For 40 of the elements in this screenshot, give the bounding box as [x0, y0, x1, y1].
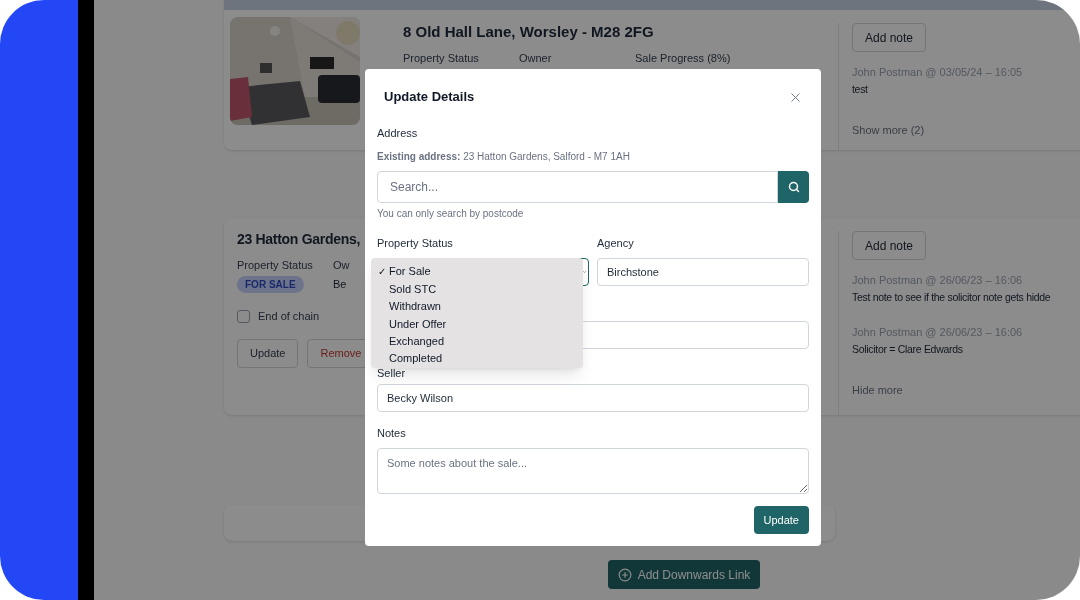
note-text: Test note to see if the solicitor note gets hidde [852, 291, 1051, 304]
dropdown-option[interactable]: Exchanged [389, 333, 445, 350]
note-meta: John Postman @ 03/05/24 – 16:05 [852, 66, 1023, 79]
agency-field[interactable]: Birchstone [597, 258, 809, 286]
dropdown-option[interactable]: Withdrawn [389, 298, 441, 315]
property-title: 23 Hatton Gardens, [237, 230, 360, 248]
existing-address: Existing address: 23 Hatton Gardens, Salford - M7 1AH [377, 150, 631, 163]
note-meta: John Postman @ 26/06/23 – 16:06 [852, 326, 1023, 339]
field-value: Be [333, 278, 347, 291]
note-text: test [852, 83, 869, 96]
field-label: Property Status [237, 259, 313, 272]
field-label: Notes [377, 426, 406, 440]
property-title: 8 Old Hall Lane, Worsley - M28 2FG [403, 23, 655, 41]
note-meta: John Postman @ 26/06/23 – 16:06 [852, 274, 1024, 287]
add-downwards-link-button[interactable]: Add Downwards Link [608, 560, 760, 589]
status-badge: FOR SALE [237, 276, 304, 293]
dropdown-option[interactable]: Under Offer [389, 315, 447, 333]
field-label: Agency [597, 236, 635, 250]
address-label: Address [377, 126, 419, 140]
update-button[interactable]: Update [237, 338, 299, 368]
field-label: Ow [333, 259, 350, 272]
search-hint: You can only search by postcode [377, 207, 525, 220]
checkbox-label: End of chain [258, 309, 320, 324]
dropdown-option[interactable]: Completed [389, 350, 443, 367]
field-label: Seller [377, 367, 406, 379]
update-button[interactable]: Update [753, 506, 809, 534]
search-field[interactable]: Search... [377, 171, 778, 203]
field-label: Sale Progress (8%) [635, 52, 732, 65]
add-note-button[interactable]: Add note [852, 23, 927, 52]
field-label: Property Status [377, 236, 454, 250]
field-label: Property Status [403, 52, 480, 65]
notes-field[interactable]: Some notes about the sale... [377, 448, 809, 494]
add-note-button[interactable]: Add note [852, 231, 927, 260]
dropdown-option[interactable]: Sold STC [389, 280, 437, 298]
seller-field[interactable]: Becky Wilson [377, 384, 809, 412]
note-text: Solicitor = Clare Edwards [852, 343, 964, 356]
dialog-title: Update Details [384, 88, 475, 107]
field-label: Owner [519, 52, 553, 65]
check-mark: ✓ [378, 265, 386, 280]
dropdown-option[interactable]: For Sale [389, 263, 431, 280]
